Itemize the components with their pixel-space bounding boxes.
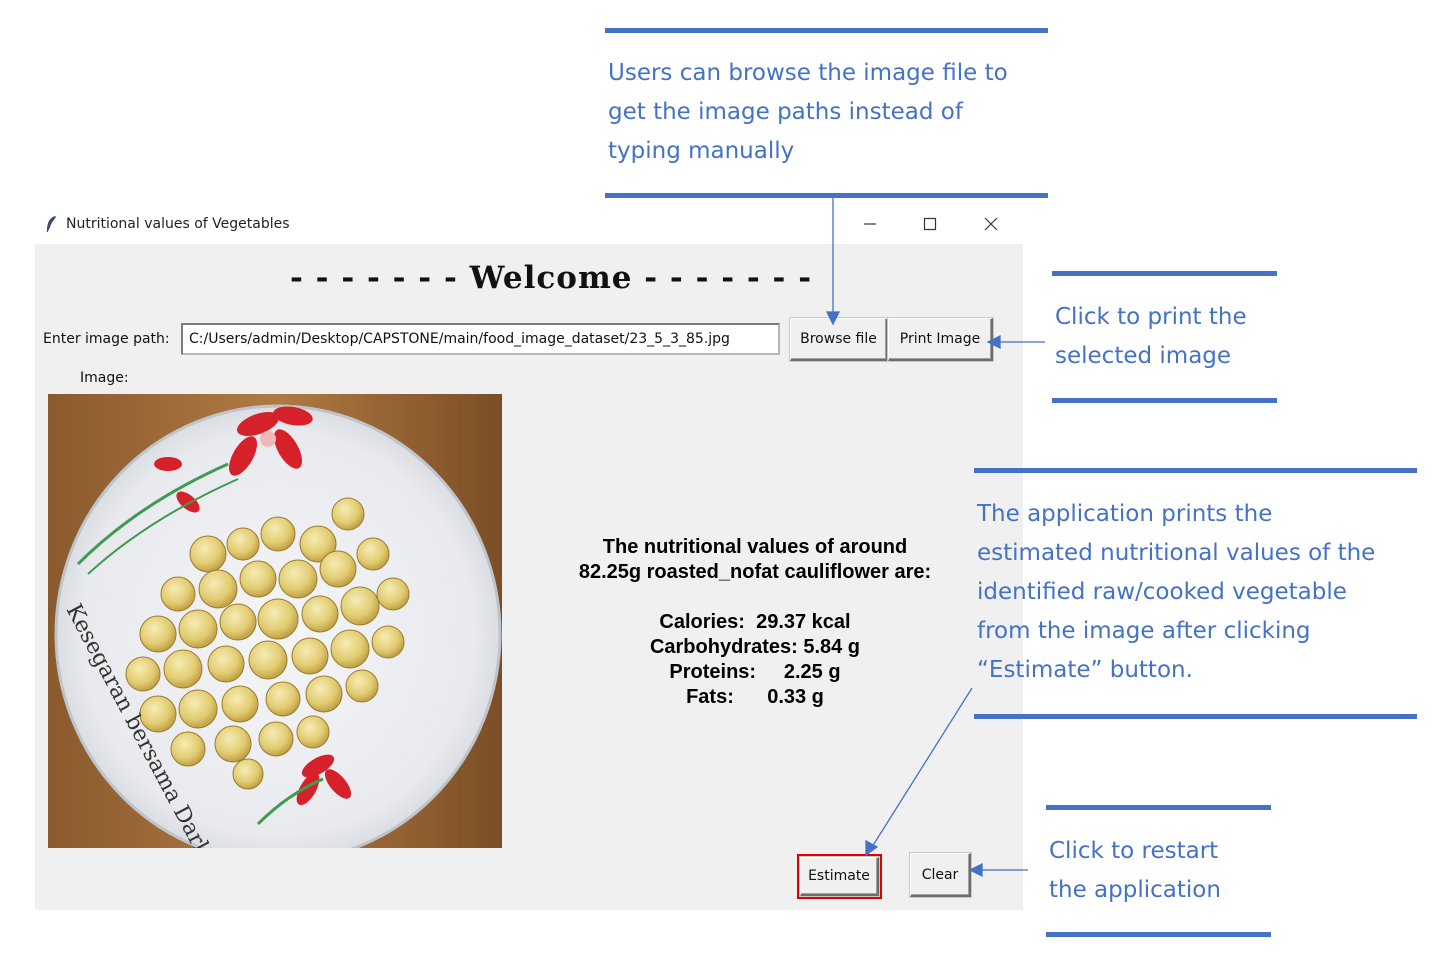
estimate-button[interactable]: Estimate [800,857,879,896]
browse-file-button[interactable]: Browse file [790,318,888,361]
annotation-line: “Estimate” button. [977,657,1193,683]
annotation-line: estimated nutritional values of the [977,540,1376,566]
window-title: Nutritional values of Vegetables [66,216,290,232]
window-titlebar: Nutritional values of Vegetables [44,211,290,237]
result-line-2: 82.25g roasted_nofat cauliflower are: [578,561,932,583]
annotation-rule [605,193,1048,198]
image-path-input[interactable]: C:/Users/admin/Desktop/CAPSTONE/main/foo… [181,323,780,355]
maximize-button[interactable] [915,210,945,238]
clear-button[interactable]: Clear [910,853,971,897]
print-annotation: Click to print the selected image [1055,298,1247,376]
nutrition-result: The nutritional values of around 82.25g … [535,535,975,710]
annotation-line: from the image after clicking [977,618,1311,644]
annotation-rule [974,714,1417,719]
result-line-1: The nutritional values of around [602,536,908,558]
annotation-line: the application [1049,877,1221,903]
clear-annotation: Click to restart the application [1049,832,1221,910]
calories-row: Calories: 29.37 kcal [659,611,851,633]
minimize-button[interactable] [855,210,885,238]
annotation-line: selected image [1055,343,1232,369]
print-image-button[interactable]: Print Image [888,318,993,361]
food-image: Kesegaran bersama Darlie [48,394,502,848]
annotation-line: Users can browse the image file to [608,60,1008,86]
annotation-rule [1052,398,1277,403]
annotation-line: typing manually [608,138,795,164]
annotation-line: get the image paths instead of [608,99,963,125]
proteins-row: Proteins: 2.25 g [669,661,841,683]
image-label: Image: [80,370,129,386]
maximize-icon [923,217,937,231]
feather-icon [46,216,56,233]
estimate-annotation: The application prints the estimated nut… [977,495,1375,690]
annotation-rule [1046,932,1271,937]
welcome-heading: - - - - - - - Welcome - - - - - - - [290,260,813,296]
browse-annotation: Users can browse the image file to get t… [608,54,1008,171]
minimize-icon [864,223,876,225]
annotation-rule [605,28,1048,33]
carbohydrates-row: Carbohydrates: 5.84 g [649,636,861,658]
close-icon [984,217,998,231]
annotation-line: Click to restart [1049,838,1219,864]
annotation-line: Click to print the [1055,304,1247,330]
fats-row: Fats: 0.33 g [686,686,824,708]
image-path-label: Enter image path: [43,331,170,347]
annotation-rule [1046,805,1271,810]
annotation-line: identified raw/cooked vegetable [977,579,1347,605]
annotation-line: The application prints the [977,501,1273,527]
annotation-rule [974,468,1417,473]
annotation-rule [1052,271,1277,276]
close-button[interactable] [976,210,1006,238]
